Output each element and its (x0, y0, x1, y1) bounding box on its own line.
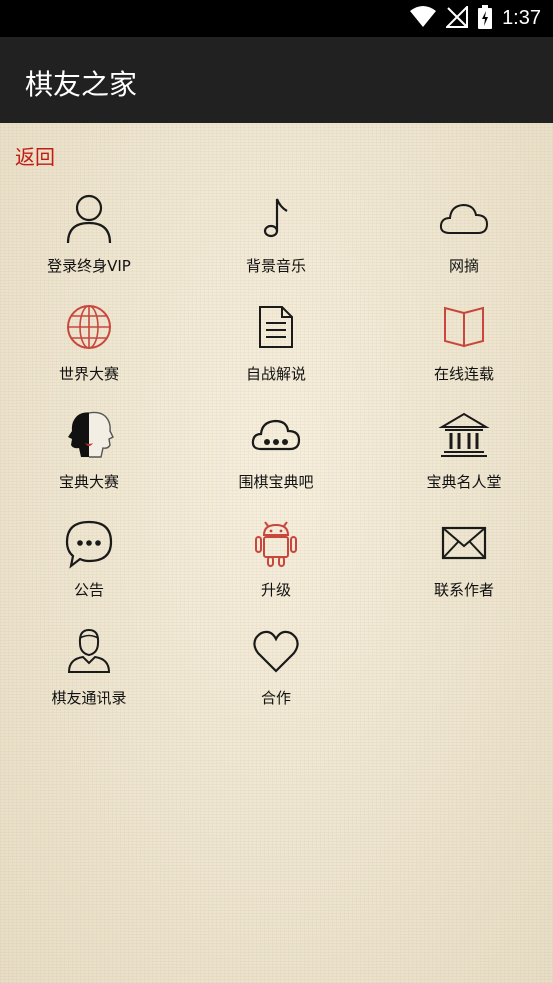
status-bar: 1:37 (0, 0, 553, 37)
status-time: 1:37 (502, 7, 541, 29)
menu-item-label: 联系作者 (433, 581, 494, 599)
menu-item-label: 公告 (73, 581, 104, 599)
battery-charging-icon (478, 4, 493, 33)
menu-item-label: 棋友通讯录 (51, 689, 127, 707)
back-link[interactable]: 返回 (15, 141, 55, 170)
menu-item-online-serial[interactable]: 在线连载 (389, 301, 539, 401)
menu-item-hall-of-fame[interactable]: 宝典名人堂 (389, 409, 539, 509)
menu-item-label: 网摘 (448, 257, 479, 275)
music-note-icon (250, 193, 302, 245)
menu-item-label: 围棋宝典吧 (238, 473, 314, 491)
menu-item-label: 背景音乐 (245, 257, 306, 275)
cloud-icon (438, 193, 490, 245)
two-faces-icon (63, 409, 115, 461)
document-icon (250, 301, 302, 353)
menu-item-label: 世界大赛 (58, 365, 119, 383)
menu-item-label: 登录终身VIP (47, 257, 131, 275)
menu-item-label: 升级 (260, 581, 291, 599)
menu-item-cooperation[interactable]: 合作 (201, 625, 351, 725)
menu-item-digest[interactable]: 网摘 (389, 193, 539, 293)
open-book-icon (438, 301, 490, 353)
menu-item-label: 宝典大赛 (58, 473, 119, 491)
chat-bubble-icon (63, 517, 115, 569)
cloud-chat-icon (250, 409, 302, 461)
globe-icon (63, 301, 115, 353)
menu-item-contact-author[interactable]: 联系作者 (389, 517, 539, 617)
menu-item-label: 在线连载 (433, 365, 494, 383)
menu-item-self-commentary[interactable]: 自战解说 (201, 301, 351, 401)
wifi-icon (410, 5, 437, 32)
app-title: 棋友之家 (25, 68, 138, 101)
menu-item-weiqi-forum[interactable]: 围棋宝典吧 (201, 409, 351, 509)
menu-item-world-tournament[interactable]: 世界大赛 (14, 301, 164, 401)
menu-item-address-book[interactable]: 棋友通讯录 (14, 625, 164, 725)
menu-item-announcement[interactable]: 公告 (14, 517, 164, 617)
menu-item-label: 宝典名人堂 (426, 473, 502, 491)
content-area: 返回 登录终身VIP 背景音乐 网摘 世界大赛 自战解说 在线连载 宝典大赛 围… (0, 123, 553, 983)
menu-item-bg-music[interactable]: 背景音乐 (201, 193, 351, 293)
menu-item-baodian-tournament[interactable]: 宝典大赛 (14, 409, 164, 509)
no-signal-icon (444, 4, 469, 32)
menu-item-upgrade[interactable]: 升级 (201, 517, 351, 617)
app-bar: 棋友之家 (0, 37, 553, 123)
menu-item-vip[interactable]: 登录终身VIP (14, 193, 164, 293)
museum-icon (438, 409, 490, 461)
heart-icon (250, 625, 302, 677)
menu-item-label: 合作 (260, 689, 291, 707)
person-icon (63, 193, 115, 245)
menu-item-label: 自战解说 (245, 365, 306, 383)
contact-person-icon (63, 625, 115, 677)
android-icon (250, 517, 302, 569)
envelope-icon (438, 517, 490, 569)
